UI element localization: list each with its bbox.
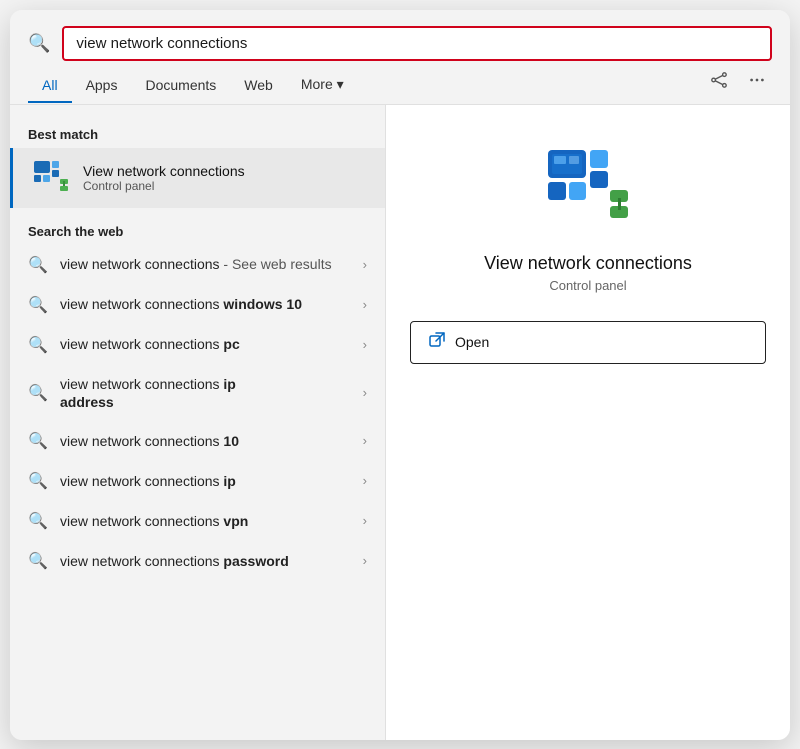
best-match-title: View network connections (83, 163, 245, 179)
list-item[interactable]: 🔍 view network connections password › (10, 541, 385, 581)
open-button-label: Open (455, 334, 489, 350)
list-item[interactable]: 🔍 view network connections ipaddress › (10, 365, 385, 421)
web-item-text: view network connections password (60, 552, 351, 570)
chevron-right-icon: › (363, 297, 367, 312)
more-options-button[interactable] (742, 67, 772, 98)
chevron-right-icon: › (363, 433, 367, 448)
open-external-icon (429, 332, 445, 353)
search-icon: 🔍 (28, 335, 48, 355)
web-item-text: view network connections 10 (60, 432, 351, 450)
search-input[interactable] (62, 26, 772, 61)
main-content: Best match (10, 105, 790, 740)
list-item[interactable]: 🔍 view network connections vpn › (10, 501, 385, 541)
best-match-subtitle: Control panel (83, 179, 245, 193)
web-search-section: Search the web 🔍 view network connection… (10, 216, 385, 581)
best-match-label: Best match (10, 119, 385, 148)
right-app-title: View network connections (484, 253, 692, 274)
search-icon: 🔍 (28, 33, 50, 54)
right-panel: View network connections Control panel O… (385, 105, 790, 740)
chevron-right-icon: › (363, 337, 367, 352)
tab-all[interactable]: All (28, 69, 72, 103)
network-connections-icon-large (544, 146, 632, 234)
list-item[interactable]: 🔍 view network connections windows 10 › (10, 285, 385, 325)
best-match-item[interactable]: View network connections Control panel (10, 148, 385, 208)
web-search-label: Search the web (10, 216, 385, 245)
search-window: 🔍 All Apps Documents Web More ▾ (10, 10, 790, 740)
tab-documents[interactable]: Documents (131, 69, 230, 103)
search-icon: 🔍 (28, 551, 48, 571)
search-icon: 🔍 (28, 255, 48, 275)
search-icon: 🔍 (28, 383, 48, 403)
web-item-text: view network connections pc (60, 335, 351, 353)
share-button[interactable] (704, 67, 734, 98)
search-icon: 🔍 (28, 295, 48, 315)
search-bar-row: 🔍 (10, 10, 790, 61)
tabs-right-icons (704, 67, 772, 104)
list-item[interactable]: 🔍 view network connections 10 › (10, 421, 385, 461)
web-item-text: view network connections windows 10 (60, 295, 351, 313)
list-item[interactable]: 🔍 view network connections - See web res… (10, 245, 385, 285)
list-item[interactable]: 🔍 view network connections ip › (10, 461, 385, 501)
right-app-subtitle: Control panel (549, 278, 626, 293)
search-icon: 🔍 (28, 471, 48, 491)
web-item-text: view network connections ip (60, 472, 351, 490)
web-item-text: view network connections ipaddress (60, 375, 351, 411)
chevron-right-icon: › (363, 385, 367, 400)
web-item-text: view network connections vpn (60, 512, 351, 530)
search-icon: 🔍 (28, 431, 48, 451)
chevron-right-icon: › (363, 513, 367, 528)
best-match-text: View network connections Control panel (83, 163, 245, 193)
tabs-row: All Apps Documents Web More ▾ (10, 61, 790, 105)
open-button[interactable]: Open (410, 321, 766, 364)
tab-apps[interactable]: Apps (72, 69, 132, 103)
network-connections-icon-small (32, 159, 70, 197)
search-icon: 🔍 (28, 511, 48, 531)
chevron-right-icon: › (363, 257, 367, 272)
tab-more[interactable]: More ▾ (287, 68, 358, 103)
tab-web[interactable]: Web (230, 69, 287, 103)
share-icon (710, 71, 728, 89)
chevron-right-icon: › (363, 473, 367, 488)
best-match-icon (31, 158, 71, 198)
web-item-text: view network connections - See web resul… (60, 255, 351, 273)
left-panel: Best match (10, 105, 385, 740)
more-options-icon (748, 71, 766, 89)
app-icon-large (543, 145, 633, 235)
list-item[interactable]: 🔍 view network connections pc › (10, 325, 385, 365)
chevron-right-icon: › (363, 553, 367, 568)
